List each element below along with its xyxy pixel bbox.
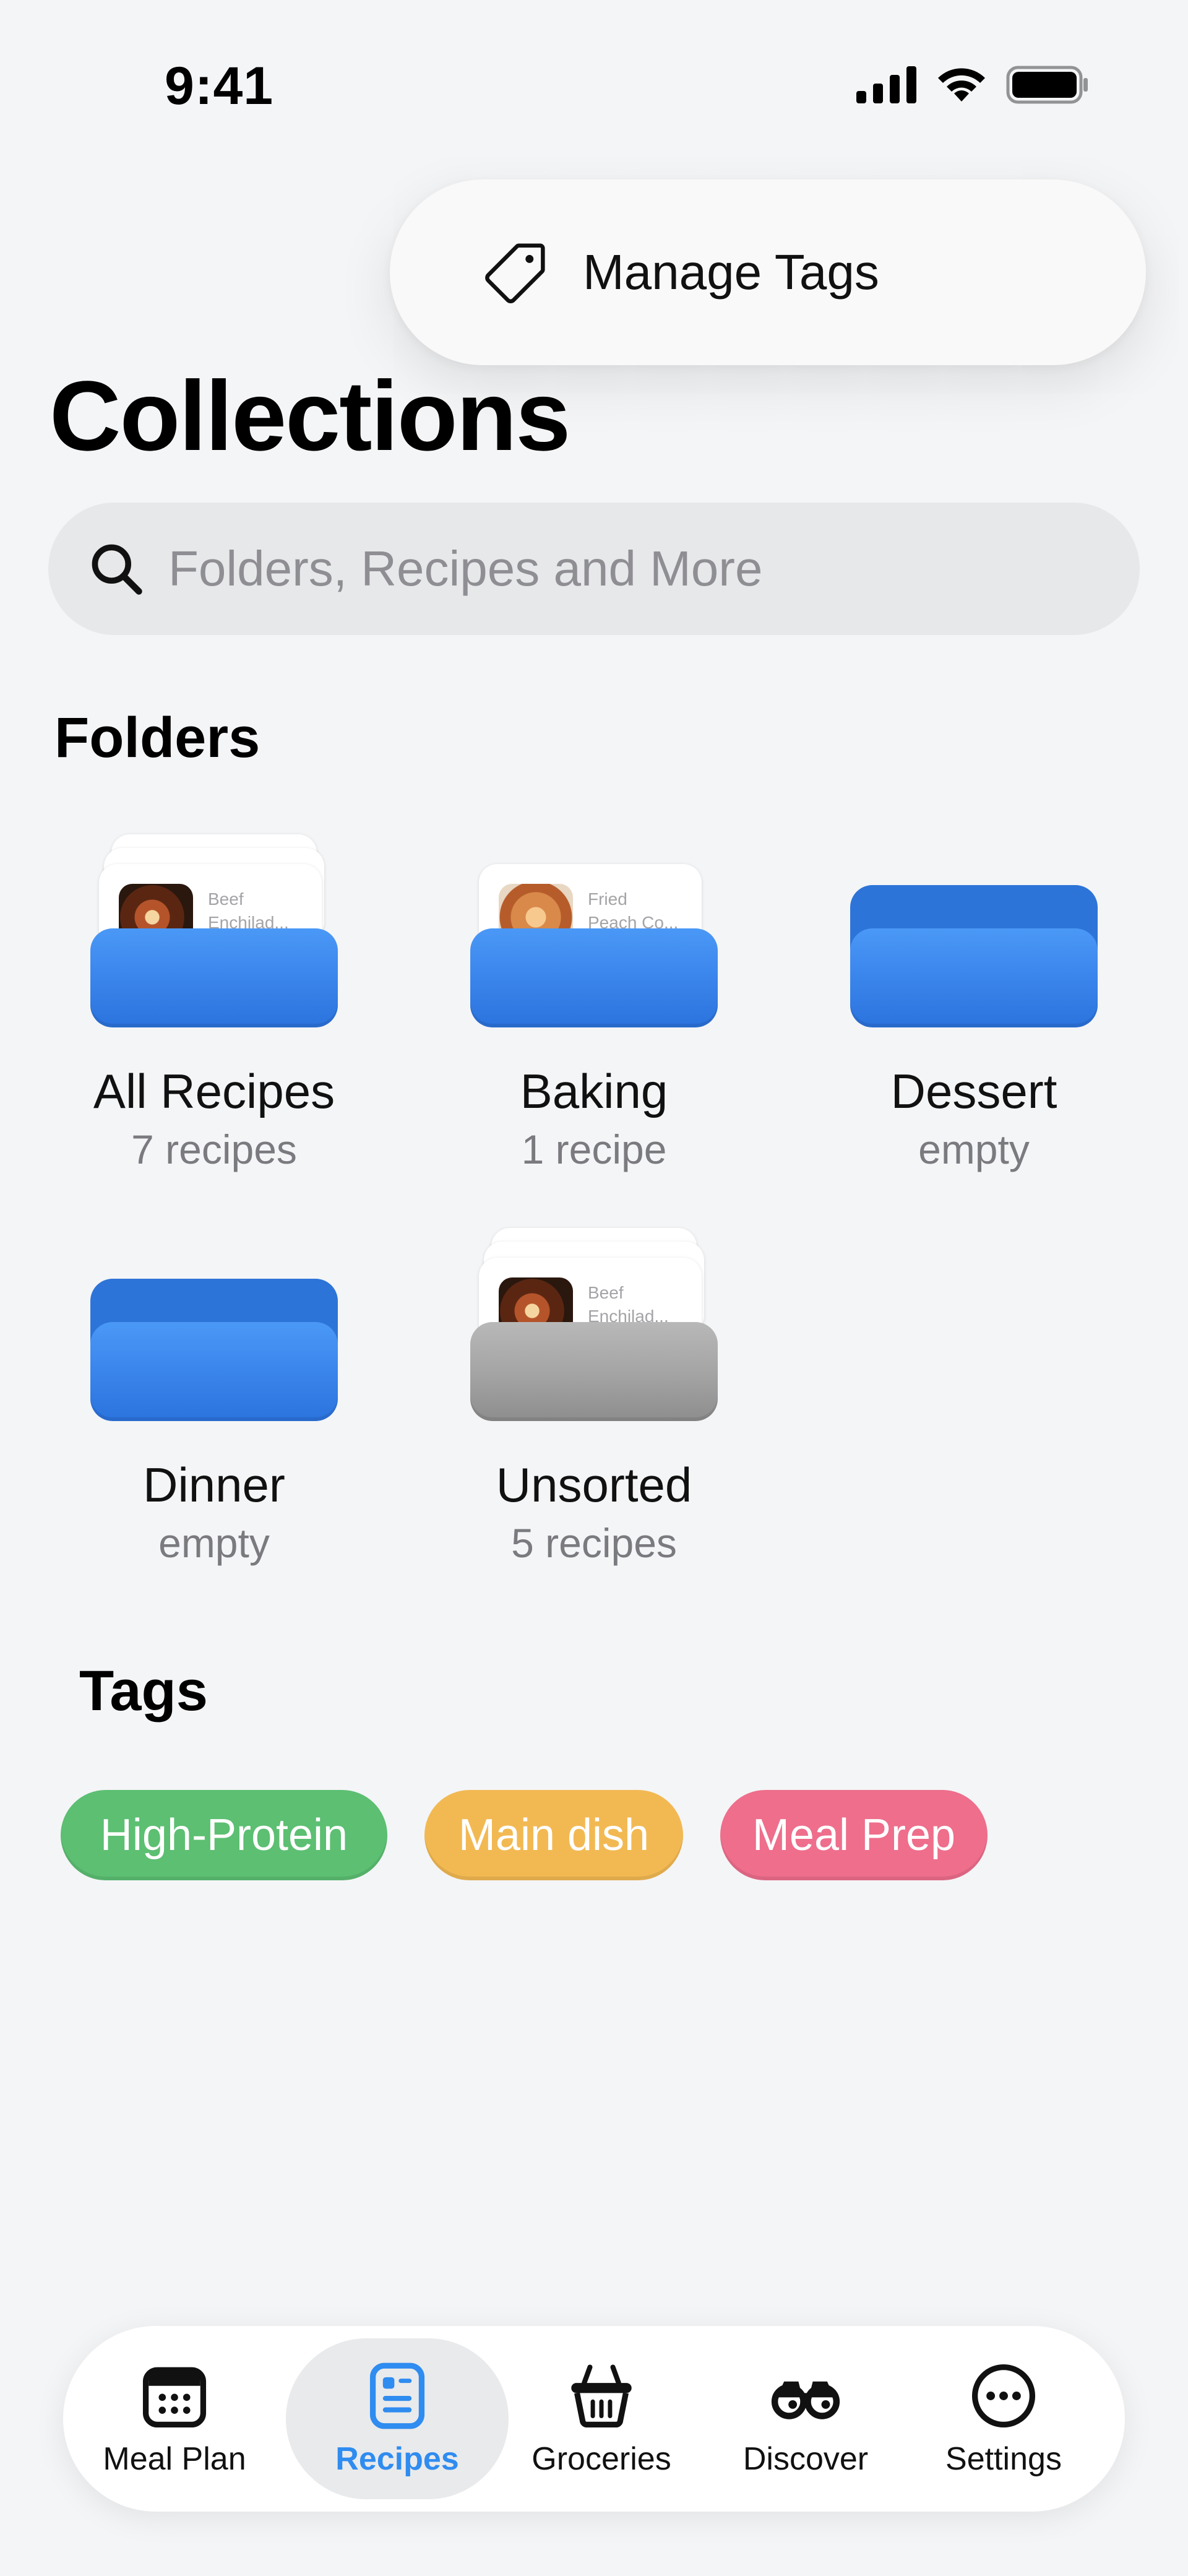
tab-bar: Meal Plan Recipes Groceries Discover Set… <box>63 2326 1125 2512</box>
status-time: 9:41 <box>165 56 274 116</box>
search-icon <box>92 544 142 595</box>
recipe-card-text: Fried Peach Co... <box>588 889 679 932</box>
folder-art <box>90 1217 338 1421</box>
tab-discover[interactable]: Discover <box>700 2338 911 2499</box>
tab-label: Discover <box>742 2441 869 2477</box>
more-dots-icon <box>971 2364 1036 2428</box>
tag-main-dish[interactable]: Main dish <box>424 1790 683 1880</box>
tab-label: Groceries <box>532 2441 671 2477</box>
folder-pocket <box>90 1322 338 1421</box>
folder-all-recipes[interactable]: Beef Enchilad... All Recipes 7 recipes <box>53 823 375 1172</box>
manage-tags-label: Manage Tags <box>583 244 879 300</box>
folder-baking[interactable]: Fried Peach Co... Baking 1 recipe <box>433 823 755 1172</box>
folder-art: Beef Enchilad... <box>90 823 338 1027</box>
folder-dessert[interactable]: Dessert empty <box>813 823 1135 1172</box>
folder-pocket <box>470 1322 718 1421</box>
recipe-card-text: Beef Enchilad... <box>208 889 289 932</box>
folder-pocket <box>90 928 338 1027</box>
folder-name: Dinner <box>143 1458 285 1512</box>
tab-groceries[interactable]: Groceries <box>496 2338 707 2499</box>
folder-pocket <box>850 928 1098 1027</box>
folder-unsorted[interactable]: Beef Enchilad... Unsorted 5 recipes <box>433 1217 755 1566</box>
folders-section-title: Folders <box>54 706 260 769</box>
folder-art: Beef Enchilad... <box>470 1217 718 1421</box>
folder-count: empty <box>158 1520 270 1566</box>
status-icons <box>856 66 1089 104</box>
folder-name: All Recipes <box>93 1064 335 1118</box>
wifi-icon <box>938 68 985 102</box>
folder-name: Dessert <box>890 1064 1057 1118</box>
folder-count: 5 recipes <box>511 1520 677 1566</box>
tag-icon <box>485 243 545 303</box>
page-title: Collections <box>50 360 570 471</box>
manage-tags-menu-item[interactable]: Manage Tags <box>390 179 1146 365</box>
folder-count: 7 recipes <box>131 1126 297 1172</box>
tags-section-title: Tags <box>79 1659 208 1722</box>
folder-name: Unsorted <box>496 1458 692 1512</box>
search-input[interactable] <box>168 540 1096 597</box>
tag-meal-prep[interactable]: Meal Prep <box>720 1790 988 1880</box>
basket-icon <box>571 2364 632 2428</box>
folder-count: 1 recipe <box>521 1126 667 1172</box>
collections-screen: 9:41 Manage Tags Collections Folders, Re… <box>0 0 1188 2576</box>
tab-meal-plan[interactable]: Meal Plan <box>63 2338 286 2499</box>
signal-icon <box>856 66 916 103</box>
folder-dinner[interactable]: Dinner empty <box>53 1217 375 1566</box>
folder-name: Baking <box>520 1064 668 1118</box>
calendar-icon <box>142 2367 207 2428</box>
tab-settings[interactable]: Settings <box>898 2338 1109 2499</box>
binoculars-icon <box>771 2381 840 2419</box>
tab-label: Meal Plan <box>103 2441 246 2477</box>
folder-count: empty <box>918 1126 1030 1172</box>
recipe-card-text: Beef Enchilad... <box>588 1283 669 1326</box>
recipe-card-icon <box>369 2362 425 2429</box>
tab-label: Recipes <box>335 2441 459 2477</box>
tag-high-protein[interactable]: High-Protein <box>61 1790 387 1880</box>
battery-icon <box>1006 66 1088 104</box>
folder-art: Fried Peach Co... <box>470 823 718 1027</box>
tab-label: Settings <box>945 2441 1062 2477</box>
search-bar[interactable] <box>48 503 1140 635</box>
tab-recipes[interactable]: Recipes <box>286 2338 509 2499</box>
folder-art <box>850 823 1098 1027</box>
folder-pocket <box>470 928 718 1027</box>
